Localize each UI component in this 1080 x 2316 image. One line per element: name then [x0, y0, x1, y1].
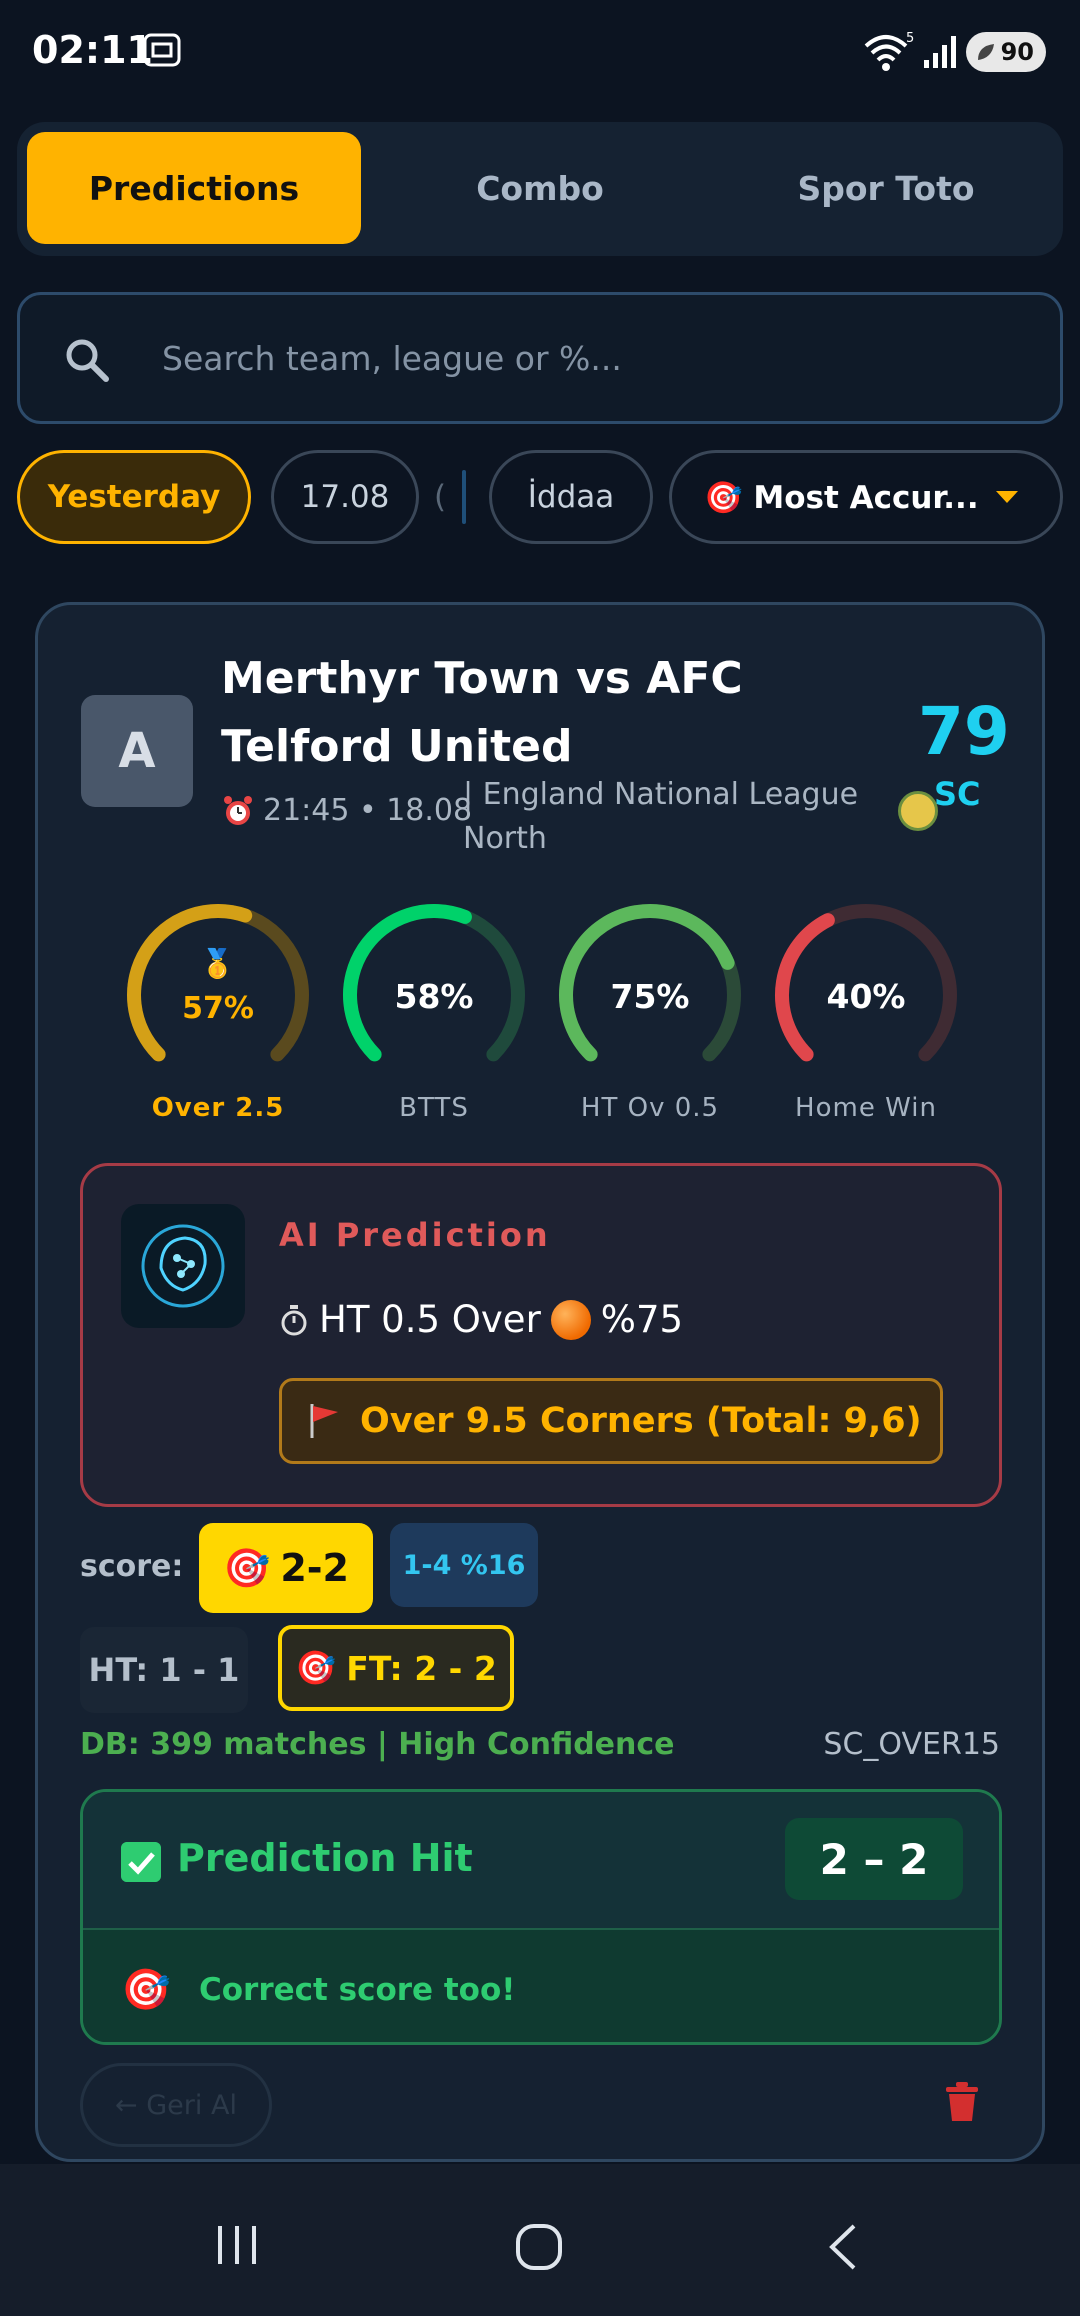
alt-score-badge: 1-4 %16 — [390, 1523, 538, 1607]
orange-circle-icon — [550, 1299, 591, 1340]
gauge-home-win: 40% Home Win — [766, 895, 966, 1123]
trash-icon[interactable] — [944, 2081, 980, 2123]
battery-indicator: 90 — [966, 32, 1046, 72]
target-icon: 🎯 — [121, 1967, 171, 2013]
chevron-down-icon — [996, 491, 1018, 503]
corners-text: Over 9.5 Corners (Total: 9,6) — [360, 1401, 922, 1441]
alarm-clock-icon — [224, 795, 252, 825]
gauge-label: Over 2.5 — [151, 1093, 285, 1123]
tab-spor-toto[interactable]: Spor Toto — [719, 132, 1053, 244]
gauge-value: 58% — [394, 977, 474, 1016]
signal-icon — [924, 36, 956, 68]
prediction-hit-box: Prediction Hit 2 – 2 🎯 Correct score too… — [80, 1789, 1002, 2045]
match-time: 21:45 • 18.08 — [221, 793, 472, 828]
chip-divider — [462, 470, 466, 524]
prediction-hit-header: Prediction Hit 2 – 2 — [83, 1792, 999, 1930]
red-flag-icon — [310, 1404, 338, 1438]
search-icon — [66, 339, 109, 382]
target-icon: 🎯 — [223, 1545, 271, 1590]
home-icon[interactable] — [514, 2222, 564, 2272]
corners-prediction: Over 9.5 Corners (Total: 9,6) — [279, 1378, 943, 1464]
correct-score-note: Correct score too! — [199, 1972, 516, 2008]
gauge-label: HT Ov 0.5 — [580, 1093, 720, 1123]
sort-dropdown[interactable]: 🎯 Most Accur... — [669, 450, 1063, 544]
prediction-hit-title: Prediction Hit — [177, 1836, 473, 1880]
score-label: score: — [80, 1549, 184, 1584]
wifi-icon: 5 — [864, 31, 914, 71]
gauge-value: 57% — [182, 991, 254, 1026]
battery-saver-icon — [978, 44, 994, 60]
match-title: Merthyr Town vs AFC Telford United — [221, 653, 743, 772]
sort-dropdown-label: 🎯 Most Accur... — [704, 479, 979, 516]
search-input[interactable] — [162, 325, 1022, 391]
ft-score: FT: 2 - 2 — [346, 1648, 497, 1688]
status-time: 02:11 — [32, 28, 153, 72]
final-score: 2 – 2 — [785, 1818, 963, 1900]
gauge-value: 40% — [826, 977, 906, 1016]
tab-predictions[interactable]: Predictions — [27, 132, 361, 244]
screenshot-icon — [143, 33, 181, 67]
prediction-hit-footer: 🎯 Correct score too! — [83, 1930, 999, 2042]
gauge-btts: 58% BTTS — [334, 895, 534, 1123]
filter-yesterday[interactable]: Yesterday — [17, 450, 251, 544]
match-card[interactable]: A Merthyr Town vs AFC Telford United 21:… — [35, 602, 1045, 2162]
match-time-text: 21:45 • 18.08 — [263, 793, 473, 828]
db-info: DB: 399 matches | High Confidence — [80, 1727, 675, 1762]
main-tabs: Predictions Combo Spor Toto — [17, 122, 1063, 256]
undo-button[interactable]: ← Geri Al — [80, 2063, 272, 2147]
gauge-ht-ov-0-5: 75% HT Ov 0.5 — [550, 895, 750, 1123]
medal-icon: 🥇 — [200, 947, 235, 980]
status-bar: 02:11 5 90 — [0, 0, 1080, 104]
sc-label: SC — [934, 775, 981, 813]
filter-date[interactable]: 17.08 — [271, 450, 419, 544]
predicted-score-badge: 🎯 2-2 — [199, 1523, 373, 1613]
strategy-code: SC_OVER15 — [823, 1727, 1000, 1762]
gauge-label: Home Win — [795, 1093, 937, 1123]
money-badge-icon — [898, 791, 938, 831]
stopwatch-icon — [281, 1304, 307, 1335]
gauge-over-2-5: 🥇 57% Over 2.5 — [118, 895, 318, 1123]
recent-apps-icon[interactable] — [214, 2222, 260, 2268]
check-icon — [121, 1842, 161, 1882]
tab-combo[interactable]: Combo — [373, 132, 707, 244]
filter-partial-chip[interactable]: ( — [434, 450, 452, 544]
back-icon[interactable] — [824, 2222, 860, 2272]
gauge-fill — [127, 904, 253, 1062]
target-icon: 🎯 — [295, 1648, 337, 1687]
gauge-label: BTTS — [399, 1093, 469, 1123]
ai-brain-icon — [121, 1204, 245, 1328]
ai-prediction-box: AI Prediction HT 0.5 Over %75 Over 9.5 C… — [80, 1163, 1002, 1507]
team-avatar: A — [81, 695, 193, 807]
filter-iddaa[interactable]: İddaa — [489, 450, 653, 544]
ai-prediction-pct: %75 — [600, 1298, 684, 1341]
ai-prediction-text: HT 0.5 Over — [319, 1298, 541, 1341]
wifi-label: 5 — [906, 31, 914, 46]
ai-prediction-title: AI Prediction — [279, 1216, 551, 1254]
sc-score: 79 — [918, 693, 1010, 770]
league-name: | England National League North — [463, 777, 859, 856]
search-bar — [17, 292, 1063, 424]
ht-score-badge: HT: 1 - 1 — [80, 1627, 248, 1713]
predicted-score: 2-2 — [280, 1546, 349, 1590]
ai-prediction-line: HT 0.5 Over %75 — [279, 1298, 683, 1341]
ft-score-badge: 🎯 FT: 2 - 2 — [278, 1625, 514, 1711]
battery-level: 90 — [1000, 38, 1034, 66]
gauge-value: 75% — [610, 977, 690, 1016]
